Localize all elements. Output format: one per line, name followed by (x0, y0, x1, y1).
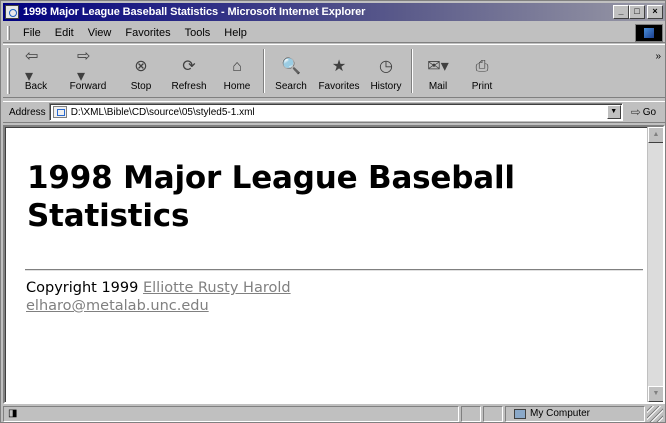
toolbar-separator (411, 49, 413, 93)
author-link[interactable]: Elliotte Rusty Harold (143, 280, 291, 296)
search-icon: 🔍 (281, 58, 301, 75)
menu-favorites[interactable]: Favorites (118, 27, 177, 39)
back-button[interactable]: ⇦ ▾ Back (14, 45, 58, 97)
minimize-button[interactable]: _ (613, 5, 629, 19)
menu-view[interactable]: View (81, 27, 119, 39)
favorites-icon: ★ (331, 58, 347, 75)
toolbar-separator (263, 49, 265, 93)
stop-icon: ⊗ (134, 58, 148, 75)
menu-help[interactable]: Help (217, 27, 254, 39)
refresh-label: Refresh (171, 81, 207, 92)
back-arrow-icon: ⇦ ▾ (25, 48, 39, 85)
go-button[interactable]: ⇨ Go (631, 105, 656, 119)
toolbar-overflow-chevron[interactable]: » (655, 51, 661, 62)
browser-window: 1998 Major League Baseball Statistics - … (0, 0, 666, 423)
address-label: Address (9, 106, 46, 118)
home-label: Home (223, 81, 251, 92)
page-icon (52, 106, 67, 118)
home-icon: ⌂ (232, 58, 242, 75)
menu-file[interactable]: File (16, 27, 48, 39)
copyright-notice: Copyright 1999 Elliotte Rusty Harold elh… (26, 279, 291, 315)
forward-button[interactable]: ⇨ ▾ Forward (58, 45, 118, 97)
history-icon: ◷ (379, 58, 393, 75)
menu-tools[interactable]: Tools (178, 27, 218, 39)
forward-arrow-icon: ⇨ ▾ (77, 48, 91, 85)
status-panel-secure (483, 405, 503, 422)
status-panel-progress (461, 405, 481, 422)
toolbar-grip[interactable] (7, 48, 10, 94)
maximize-button[interactable]: □ (629, 5, 645, 19)
title-bar[interactable]: 1998 Major League Baseball Statistics - … (3, 3, 665, 21)
search-button[interactable]: 🔍 Search (268, 45, 314, 97)
go-arrow-icon: ⇨ (630, 105, 641, 119)
ie-icon[interactable] (5, 5, 19, 19)
favorites-button[interactable]: ★ Favorites (314, 45, 364, 97)
go-label: Go (642, 106, 657, 118)
history-label: History (370, 81, 402, 92)
print-icon: ⎙ (475, 58, 489, 75)
home-button[interactable]: ⌂ Home (214, 45, 260, 97)
mail-icon: ✉▾ (427, 58, 449, 75)
copyright-text: Copyright 1999 (26, 280, 143, 296)
scroll-down-button[interactable]: ▼ (648, 386, 663, 402)
close-button[interactable]: × (647, 5, 663, 19)
stop-button[interactable]: ⊗ Stop (118, 45, 164, 97)
print-label: Print (471, 81, 493, 92)
email-link[interactable]: elharo@metalab.unc.edu (26, 297, 291, 315)
scroll-up-button[interactable]: ▲ (648, 127, 663, 143)
address-bar: Address D:\XML\Bible\CD\source\05\styled… (3, 101, 665, 123)
standard-toolbar: ⇦ ▾ Back ⇨ ▾ Forward ⊗ Stop ⟳ Refresh ⌂ … (3, 44, 665, 98)
menu-grip[interactable] (7, 25, 10, 40)
windows-logo-icon (635, 24, 663, 42)
page-heading: 1998 Major League Baseball Statistics (27, 160, 515, 234)
forward-label: Forward (69, 81, 107, 92)
print-button[interactable]: ⎙ Print (460, 45, 504, 97)
page-status-icon: ◨ (8, 408, 18, 419)
horizontal-rule (25, 269, 643, 271)
menu-bar: File Edit View Favorites Tools Help (3, 23, 665, 43)
stop-label: Stop (130, 81, 152, 92)
status-main-panel: ◨ (3, 405, 459, 422)
mail-label: Mail (428, 81, 448, 92)
mail-button[interactable]: ✉▾ Mail (416, 45, 460, 97)
vertical-scrollbar[interactable]: ▲ ▼ (647, 127, 663, 402)
window-controls: _ □ × (613, 5, 663, 19)
security-zone-panel: My Computer (505, 405, 645, 422)
refresh-icon: ⟳ (182, 58, 196, 75)
back-label: Back (24, 81, 48, 92)
my-computer-icon (514, 408, 526, 419)
address-dropdown-button[interactable]: ▼ (606, 105, 621, 119)
resize-grip[interactable] (647, 405, 663, 422)
zone-label: My Computer (530, 408, 591, 419)
favorites-label: Favorites (318, 81, 360, 92)
status-bar: ◨ My Computer (3, 405, 665, 422)
history-button[interactable]: ◷ History (364, 45, 408, 97)
window-title: 1998 Major League Baseball Statistics - … (23, 6, 366, 18)
refresh-button[interactable]: ⟳ Refresh (164, 45, 214, 97)
address-value[interactable]: D:\XML\Bible\CD\source\05\styled5-1.xml (71, 107, 255, 118)
page-content: 1998 Major League Baseball Statistics Co… (3, 125, 665, 404)
search-label: Search (275, 81, 307, 92)
menu-edit[interactable]: Edit (48, 27, 81, 39)
address-input[interactable]: D:\XML\Bible\CD\source\05\styled5-1.xml … (48, 103, 623, 121)
